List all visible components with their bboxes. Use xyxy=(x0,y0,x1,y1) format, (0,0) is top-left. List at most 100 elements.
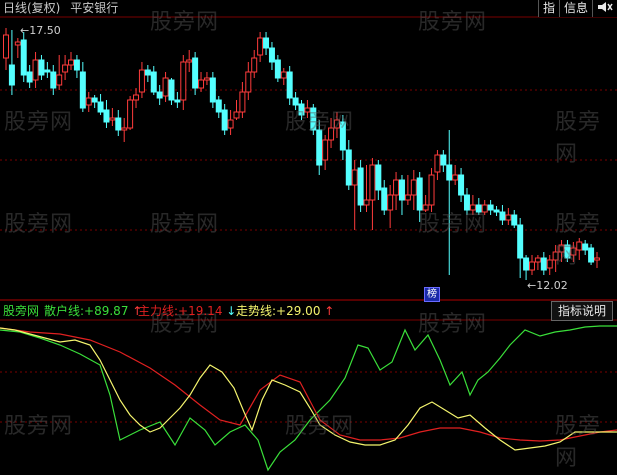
candle-body xyxy=(144,69,151,76)
trend-line xyxy=(0,327,617,451)
candle-body xyxy=(221,109,228,131)
candle-body xyxy=(458,174,465,196)
candle-body xyxy=(32,59,39,81)
candle-body xyxy=(186,59,193,63)
candle-body xyxy=(298,103,305,116)
candle-body xyxy=(174,99,181,103)
candle-body xyxy=(398,179,405,201)
candle-body xyxy=(227,119,234,129)
candle-body xyxy=(280,71,287,79)
candle-body xyxy=(245,71,252,93)
candle-body xyxy=(410,179,417,196)
candle-body xyxy=(127,99,134,129)
candle-body xyxy=(109,117,116,121)
candle-body xyxy=(133,94,140,101)
top-toolbar: 指 信息 xyxy=(537,0,617,17)
candle-body xyxy=(446,164,453,181)
up-arrow-icon: ↑ xyxy=(324,304,335,318)
candle-body xyxy=(546,259,553,269)
candle-body xyxy=(416,177,423,211)
candle-body xyxy=(209,77,216,103)
candle-body xyxy=(333,119,340,129)
candle-body xyxy=(233,111,240,119)
candle-body xyxy=(150,71,157,93)
candle-body xyxy=(56,74,63,86)
candle-body xyxy=(198,79,205,89)
candle-body xyxy=(85,97,92,106)
candle-body xyxy=(552,251,559,261)
candle-body xyxy=(363,199,370,206)
candle-body xyxy=(404,194,411,201)
candle-body xyxy=(345,149,352,186)
candle-body xyxy=(274,59,281,79)
candle-body xyxy=(475,204,482,213)
down-arrow-icon: ↓ xyxy=(226,304,237,318)
candle-body xyxy=(68,59,75,66)
candle-body xyxy=(121,127,128,131)
candle-body xyxy=(381,187,388,211)
indicator-name: 股旁网 xyxy=(3,304,40,318)
candle-body xyxy=(103,109,110,123)
rank-marker[interactable]: 榜 xyxy=(424,287,440,302)
candle-body xyxy=(588,247,595,263)
candle-body xyxy=(339,121,346,151)
candle-body xyxy=(523,257,530,271)
candle-body xyxy=(138,69,145,93)
candle-body xyxy=(263,37,270,49)
trend-line-value: +29.00 xyxy=(276,304,321,318)
candle-body xyxy=(499,211,506,221)
candle-body xyxy=(44,69,51,73)
candle-body xyxy=(387,194,394,211)
stock-name: 平安银行 xyxy=(70,1,119,15)
candle-body xyxy=(192,57,199,89)
candle-body xyxy=(564,244,571,259)
candle-body xyxy=(558,244,565,253)
main-force-line xyxy=(0,327,617,442)
candle-body xyxy=(251,57,258,73)
candle-body xyxy=(8,64,15,86)
index-button[interactable]: 指 xyxy=(537,0,559,17)
candle-body xyxy=(304,107,311,113)
candle-body xyxy=(286,71,293,99)
candle-body xyxy=(463,194,470,211)
info-button[interactable]: 信息 xyxy=(558,0,592,17)
candle-body xyxy=(534,257,541,263)
chart-canvas[interactable] xyxy=(0,0,617,475)
main-force-value: +19.14 xyxy=(178,304,223,318)
candle-body xyxy=(487,204,494,211)
chart-title: 日线(复权) 平安银行 xyxy=(3,0,124,16)
candle-body xyxy=(440,154,447,166)
candle-body xyxy=(50,71,57,89)
candle-body xyxy=(20,39,27,76)
candle-body xyxy=(452,174,459,181)
period-label[interactable]: 日线(复权) xyxy=(3,1,60,15)
trend-line-legend: 走势线:+29.00 ↑ xyxy=(236,304,335,318)
indicator-help-button[interactable]: 指标说明 xyxy=(550,301,613,321)
candle-body xyxy=(369,164,376,201)
candle-body xyxy=(316,129,323,166)
candle-body xyxy=(239,91,246,113)
candle-body xyxy=(73,59,80,71)
candle-body xyxy=(428,174,435,206)
candle-body xyxy=(481,204,488,213)
candle-body xyxy=(292,97,299,106)
candle-body xyxy=(310,107,317,131)
candle-body xyxy=(180,61,187,101)
candle-body xyxy=(357,167,364,206)
candle-body xyxy=(91,97,98,103)
low-price-label: ←12.02 xyxy=(527,279,568,292)
candle-body xyxy=(322,139,329,161)
candle-body xyxy=(576,241,583,251)
speaker-icon[interactable] xyxy=(592,0,617,17)
candle-body xyxy=(62,64,69,73)
candle-body xyxy=(505,214,512,221)
candle-body xyxy=(257,37,264,56)
candle-body xyxy=(328,127,335,141)
candle-body xyxy=(14,41,21,46)
candle-body xyxy=(570,247,577,256)
candle-body xyxy=(162,77,169,97)
candle-body xyxy=(38,59,45,76)
candle-body xyxy=(511,214,518,226)
retail-line-legend: 散户线:+89.87 ↑ xyxy=(44,304,143,318)
candle-body xyxy=(528,261,535,271)
